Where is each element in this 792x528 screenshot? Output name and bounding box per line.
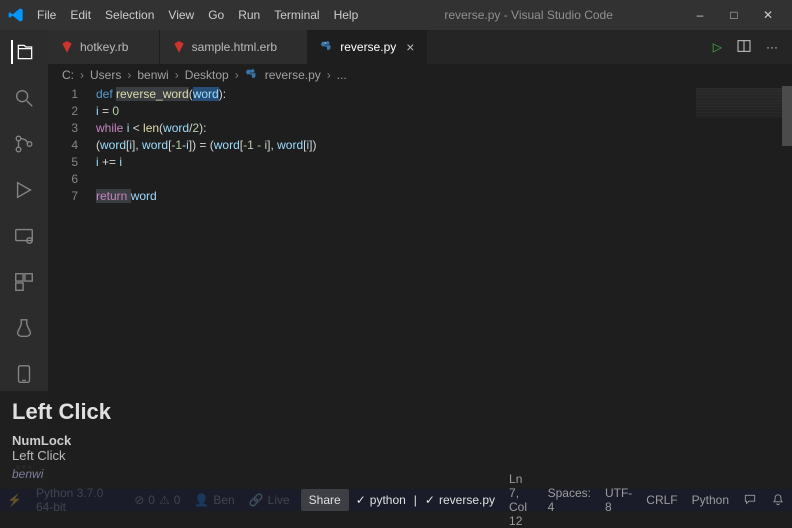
status-liveshare-user[interactable]: 👤Ben: [187, 493, 241, 507]
status-cursor-pos[interactable]: Ln 7, Col 12: [502, 472, 541, 528]
title-bar: File Edit Selection View Go Run Terminal…: [0, 0, 792, 30]
scrollbar-thumb[interactable]: [782, 86, 792, 146]
line-number: 3: [48, 120, 78, 137]
chevron-right-icon: ›: [127, 68, 131, 82]
status-encoding[interactable]: UTF-8: [598, 472, 639, 528]
line-number: 4: [48, 137, 78, 154]
menu-edit[interactable]: Edit: [63, 4, 98, 26]
line-number: 1: [48, 86, 78, 103]
status-liveshare[interactable]: 🔗Live: [242, 493, 297, 507]
chevron-right-icon: ›: [175, 68, 179, 82]
status-python-env[interactable]: Python 3.7.0 64-bit: [29, 486, 127, 514]
tab-label: sample.html.erb: [192, 40, 277, 54]
explorer-icon[interactable]: [11, 40, 35, 64]
split-editor-button[interactable]: [736, 38, 752, 57]
menu-view[interactable]: View: [161, 4, 201, 26]
status-share[interactable]: Share: [301, 489, 349, 511]
status-problems[interactable]: ⊘0⚠0: [127, 493, 187, 507]
status-eol[interactable]: CRLF: [639, 472, 684, 528]
tab-sample-erb[interactable]: sample.html.erb ×: [160, 30, 309, 64]
tab-actions: ▷ ···: [713, 30, 792, 64]
status-indent[interactable]: Spaces: 4: [541, 472, 598, 528]
tab-label: reverse.py: [340, 40, 396, 54]
status-check-python[interactable]: ✓python|✓reverse.py: [349, 493, 502, 507]
tab-strip: hotkey.rb × sample.html.erb × reverse.py…: [48, 30, 792, 64]
run-debug-icon[interactable]: [12, 178, 36, 202]
remote-indicator[interactable]: ⚡: [0, 493, 29, 507]
ruby-file-icon: [60, 40, 74, 54]
crumb[interactable]: Users: [90, 68, 121, 82]
window-controls: – □ ✕: [692, 7, 784, 23]
menu-selection[interactable]: Selection: [98, 4, 161, 26]
vscode-logo-icon: [8, 7, 24, 23]
line-number: 5: [48, 154, 78, 171]
tab-close-icon[interactable]: ×: [406, 39, 414, 55]
crumb[interactable]: C:: [62, 68, 74, 82]
screencast-overlay: Left Click NumLock Left Click benwi: [0, 391, 260, 489]
extensions-icon[interactable]: [12, 270, 36, 294]
menu-run[interactable]: Run: [231, 4, 267, 26]
search-icon[interactable]: [12, 86, 36, 110]
erb-file-icon: [172, 40, 186, 54]
tab-reverse-py[interactable]: reverse.py ×: [308, 30, 427, 64]
source-control-icon[interactable]: [12, 132, 36, 156]
window-title: reverse.py - Visual Studio Code: [365, 8, 692, 22]
chevron-right-icon: ›: [327, 68, 331, 82]
chevron-right-icon: ›: [80, 68, 84, 82]
menu-go[interactable]: Go: [201, 4, 231, 26]
status-bar: ⚡ Python 3.7.0 64-bit ⊘0⚠0 👤Ben 🔗Live Sh…: [0, 489, 792, 511]
menu-file[interactable]: File: [30, 4, 63, 26]
key-caption-big: Left Click: [12, 399, 248, 425]
tab-hotkey-rb[interactable]: hotkey.rb ×: [48, 30, 160, 64]
line-number: 6: [48, 171, 78, 188]
minimize-button[interactable]: –: [692, 7, 708, 23]
remote-icon[interactable]: [12, 224, 36, 248]
key-caption: NumLock: [12, 433, 248, 448]
line-number: 7: [48, 188, 78, 205]
menu-terminal[interactable]: Terminal: [267, 4, 326, 26]
breadcrumb: C: › Users › benwi › Desktop › reverse.py › .…: [48, 64, 792, 86]
chevron-right-icon: ›: [235, 68, 239, 82]
python-file-icon: [320, 40, 334, 54]
crumb[interactable]: reverse.py: [265, 68, 321, 82]
line-number: 2: [48, 103, 78, 120]
tab-label: hotkey.rb: [80, 40, 128, 54]
maximize-button[interactable]: □: [726, 7, 742, 23]
overlay-user: benwi: [12, 467, 248, 481]
device-icon[interactable]: [12, 362, 36, 386]
close-button[interactable]: ✕: [760, 7, 776, 23]
more-actions-button[interactable]: ···: [766, 40, 778, 54]
menu-help[interactable]: Help: [327, 4, 366, 26]
testing-icon[interactable]: [12, 316, 36, 340]
status-feedback-icon[interactable]: [736, 472, 764, 528]
crumb[interactable]: ...: [337, 68, 347, 82]
status-language[interactable]: Python: [685, 472, 736, 528]
python-file-icon: [245, 68, 259, 82]
crumb[interactable]: benwi: [137, 68, 168, 82]
crumb[interactable]: Desktop: [185, 68, 229, 82]
status-bell-icon[interactable]: [764, 472, 792, 528]
run-file-button[interactable]: ▷: [713, 40, 722, 54]
key-caption: Left Click: [12, 448, 248, 463]
